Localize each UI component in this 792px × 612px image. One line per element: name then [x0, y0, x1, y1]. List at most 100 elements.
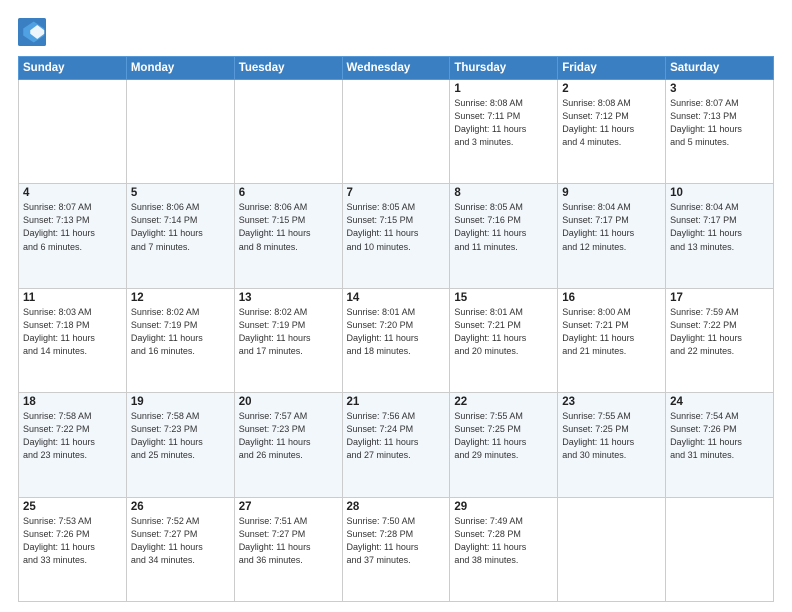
- day-number: 28: [347, 501, 446, 513]
- calendar-cell: 28 Sunrise: 7:50 AM Sunset: 7:28 PM Dayli…: [342, 497, 450, 601]
- day-number: 10: [670, 187, 769, 199]
- day-info: Sunrise: 7:58 AM Sunset: 7:23 PM Dayligh…: [131, 410, 230, 462]
- day-number: 20: [239, 396, 338, 408]
- day-number: 22: [454, 396, 553, 408]
- day-number: 7: [347, 187, 446, 199]
- day-number: 6: [239, 187, 338, 199]
- day-info: Sunrise: 8:04 AM Sunset: 7:17 PM Dayligh…: [670, 201, 769, 253]
- day-number: 17: [670, 292, 769, 304]
- calendar-cell: 11 Sunrise: 8:03 AM Sunset: 7:18 PM Dayli…: [19, 288, 127, 392]
- day-number: 23: [562, 396, 661, 408]
- day-info: Sunrise: 8:04 AM Sunset: 7:17 PM Dayligh…: [562, 201, 661, 253]
- calendar-cell: 14 Sunrise: 8:01 AM Sunset: 7:20 PM Dayli…: [342, 288, 450, 392]
- calendar-week-row: 11 Sunrise: 8:03 AM Sunset: 7:18 PM Dayli…: [19, 288, 774, 392]
- calendar-cell: 7 Sunrise: 8:05 AM Sunset: 7:15 PM Daylig…: [342, 184, 450, 288]
- calendar-week-row: 4 Sunrise: 8:07 AM Sunset: 7:13 PM Daylig…: [19, 184, 774, 288]
- day-info: Sunrise: 8:08 AM Sunset: 7:12 PM Dayligh…: [562, 97, 661, 149]
- calendar-table: SundayMondayTuesdayWednesdayThursdayFrid…: [18, 56, 774, 602]
- day-number: 27: [239, 501, 338, 513]
- day-info: Sunrise: 8:08 AM Sunset: 7:11 PM Dayligh…: [454, 97, 553, 149]
- day-info: Sunrise: 8:07 AM Sunset: 7:13 PM Dayligh…: [23, 201, 122, 253]
- calendar-cell: 26 Sunrise: 7:52 AM Sunset: 7:27 PM Dayli…: [126, 497, 234, 601]
- calendar-cell: 20 Sunrise: 7:57 AM Sunset: 7:23 PM Dayli…: [234, 393, 342, 497]
- day-info: Sunrise: 8:02 AM Sunset: 7:19 PM Dayligh…: [131, 306, 230, 358]
- calendar-cell: 9 Sunrise: 8:04 AM Sunset: 7:17 PM Daylig…: [558, 184, 666, 288]
- calendar-cell: 16Sunrise: 8:00 AM Sunset: 7:21 PM Dayli…: [558, 288, 666, 392]
- calendar-cell: [19, 80, 127, 184]
- day-info: Sunrise: 7:57 AM Sunset: 7:23 PM Dayligh…: [239, 410, 338, 462]
- day-info: Sunrise: 7:51 AM Sunset: 7:27 PM Dayligh…: [239, 515, 338, 567]
- calendar-cell: 18 Sunrise: 7:58 AM Sunset: 7:22 PM Dayli…: [19, 393, 127, 497]
- day-info: Sunrise: 7:49 AM Sunset: 7:28 PM Dayligh…: [454, 515, 553, 567]
- day-info: Sunrise: 8:01 AM Sunset: 7:20 PM Dayligh…: [347, 306, 446, 358]
- calendar-cell: 10 Sunrise: 8:04 AM Sunset: 7:17 PM Dayli…: [666, 184, 774, 288]
- weekday-header-cell: Saturday: [666, 57, 774, 80]
- calendar-cell: [666, 497, 774, 601]
- logo-icon: [18, 18, 46, 46]
- calendar-week-row: 1 Sunrise: 8:08 AM Sunset: 7:11 PM Daylig…: [19, 80, 774, 184]
- day-info: Sunrise: 7:58 AM Sunset: 7:22 PM Dayligh…: [23, 410, 122, 462]
- weekday-header-row: SundayMondayTuesdayWednesdayThursdayFrid…: [19, 57, 774, 80]
- calendar-cell: [126, 80, 234, 184]
- calendar-cell: 23 Sunrise: 7:55 AM Sunset: 7:25 PM Dayli…: [558, 393, 666, 497]
- calendar-cell: 29 Sunrise: 7:49 AM Sunset: 7:28 PM Dayli…: [450, 497, 558, 601]
- day-info: Sunrise: 7:52 AM Sunset: 7:27 PM Dayligh…: [131, 515, 230, 567]
- day-number: 9: [562, 187, 661, 199]
- weekday-header-cell: Friday: [558, 57, 666, 80]
- logo: [18, 18, 50, 46]
- calendar-cell: 1 Sunrise: 8:08 AM Sunset: 7:11 PM Daylig…: [450, 80, 558, 184]
- day-number: 24: [670, 396, 769, 408]
- day-number: 21: [347, 396, 446, 408]
- day-number: 5: [131, 187, 230, 199]
- day-info: Sunrise: 8:07 AM Sunset: 7:13 PM Dayligh…: [670, 97, 769, 149]
- day-info: Sunrise: 8:05 AM Sunset: 7:16 PM Dayligh…: [454, 201, 553, 253]
- calendar-cell: 25Sunrise: 7:53 AM Sunset: 7:26 PM Dayli…: [19, 497, 127, 601]
- weekday-header-cell: Tuesday: [234, 57, 342, 80]
- day-info: Sunrise: 7:54 AM Sunset: 7:26 PM Dayligh…: [670, 410, 769, 462]
- page: SundayMondayTuesdayWednesdayThursdayFrid…: [0, 0, 792, 612]
- calendar-cell: 15 Sunrise: 8:01 AM Sunset: 7:21 PM Dayli…: [450, 288, 558, 392]
- day-number: 8: [454, 187, 553, 199]
- weekday-header-cell: Wednesday: [342, 57, 450, 80]
- calendar-cell: 8 Sunrise: 8:05 AM Sunset: 7:16 PM Daylig…: [450, 184, 558, 288]
- calendar-week-row: 25Sunrise: 7:53 AM Sunset: 7:26 PM Dayli…: [19, 497, 774, 601]
- day-info: Sunrise: 8:06 AM Sunset: 7:14 PM Dayligh…: [131, 201, 230, 253]
- day-info: Sunrise: 8:02 AM Sunset: 7:19 PM Dayligh…: [239, 306, 338, 358]
- day-number: 14: [347, 292, 446, 304]
- header: [18, 18, 774, 46]
- calendar-week-row: 18 Sunrise: 7:58 AM Sunset: 7:22 PM Dayli…: [19, 393, 774, 497]
- day-number: 29: [454, 501, 553, 513]
- calendar-cell: [342, 80, 450, 184]
- calendar-cell: 4 Sunrise: 8:07 AM Sunset: 7:13 PM Daylig…: [19, 184, 127, 288]
- calendar-cell: 17 Sunrise: 7:59 AM Sunset: 7:22 PM Dayli…: [666, 288, 774, 392]
- day-info: Sunrise: 7:59 AM Sunset: 7:22 PM Dayligh…: [670, 306, 769, 358]
- day-info: Sunrise: 7:53 AM Sunset: 7:26 PM Dayligh…: [23, 515, 122, 567]
- calendar-cell: 21Sunrise: 7:56 AM Sunset: 7:24 PM Dayli…: [342, 393, 450, 497]
- day-number: 26: [131, 501, 230, 513]
- calendar-cell: 3Sunrise: 8:07 AM Sunset: 7:13 PM Daylig…: [666, 80, 774, 184]
- day-number: 18: [23, 396, 122, 408]
- day-info: Sunrise: 8:01 AM Sunset: 7:21 PM Dayligh…: [454, 306, 553, 358]
- day-info: Sunrise: 8:05 AM Sunset: 7:15 PM Dayligh…: [347, 201, 446, 253]
- day-number: 1: [454, 83, 553, 95]
- calendar-cell: 13 Sunrise: 8:02 AM Sunset: 7:19 PM Dayli…: [234, 288, 342, 392]
- day-number: 13: [239, 292, 338, 304]
- day-number: 4: [23, 187, 122, 199]
- calendar-cell: [234, 80, 342, 184]
- day-info: Sunrise: 7:50 AM Sunset: 7:28 PM Dayligh…: [347, 515, 446, 567]
- day-number: 15: [454, 292, 553, 304]
- day-number: 2: [562, 83, 661, 95]
- calendar-cell: 2 Sunrise: 8:08 AM Sunset: 7:12 PM Daylig…: [558, 80, 666, 184]
- weekday-header-cell: Thursday: [450, 57, 558, 80]
- day-info: Sunrise: 8:03 AM Sunset: 7:18 PM Dayligh…: [23, 306, 122, 358]
- calendar-body: 1 Sunrise: 8:08 AM Sunset: 7:11 PM Daylig…: [19, 80, 774, 602]
- day-info: Sunrise: 7:55 AM Sunset: 7:25 PM Dayligh…: [454, 410, 553, 462]
- calendar-cell: [558, 497, 666, 601]
- day-number: 11: [23, 292, 122, 304]
- calendar-cell: 6Sunrise: 8:06 AM Sunset: 7:15 PM Daylig…: [234, 184, 342, 288]
- calendar-cell: 5 Sunrise: 8:06 AM Sunset: 7:14 PM Daylig…: [126, 184, 234, 288]
- weekday-header-cell: Monday: [126, 57, 234, 80]
- day-info: Sunrise: 7:55 AM Sunset: 7:25 PM Dayligh…: [562, 410, 661, 462]
- calendar-cell: 22 Sunrise: 7:55 AM Sunset: 7:25 PM Dayli…: [450, 393, 558, 497]
- calendar-cell: 24 Sunrise: 7:54 AM Sunset: 7:26 PM Dayli…: [666, 393, 774, 497]
